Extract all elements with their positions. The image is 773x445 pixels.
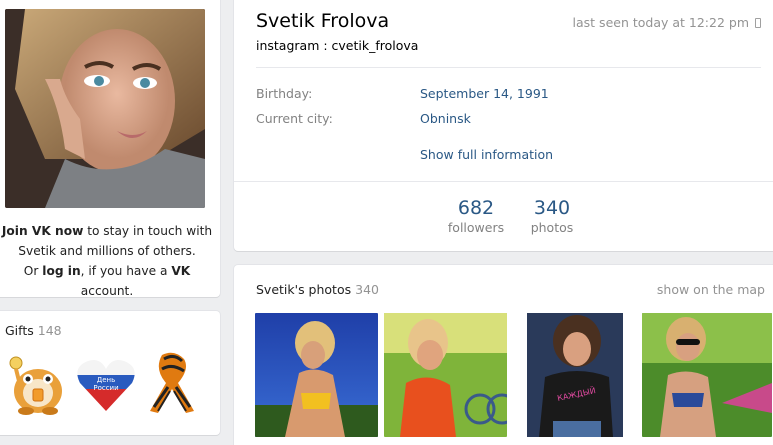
russia-day-heart-icon[interactable]: День России [74, 349, 138, 417]
photos-header[interactable]: Svetik's photos 340 [256, 282, 379, 297]
photo-thumbnail[interactable] [642, 313, 772, 437]
profile-name: Svetik Frolova [256, 10, 390, 32]
last-seen-status: last seen today at 12:22 pm [573, 15, 761, 30]
profile-status: instagram : cvetik_frolova [256, 38, 419, 53]
photo-thumbnail[interactable] [384, 313, 507, 437]
photo-thumbnail[interactable] [255, 313, 378, 437]
gifts-header[interactable]: Gifts 148 [5, 323, 62, 338]
join-line2-text: Svetik and millions of others. [18, 244, 196, 258]
photos-count: 340 [533, 197, 571, 219]
followers-count: 682 [457, 197, 495, 219]
join-mid-text: , if you have a [80, 264, 172, 278]
photos-count-badge: 340 [355, 282, 379, 297]
counters-divider [234, 181, 773, 182]
gifts-title: Gifts [5, 323, 34, 338]
gifts-count: 148 [37, 323, 62, 338]
header-divider [256, 67, 761, 68]
svg-text:День: День [97, 376, 115, 384]
gifts-card: Gifts 148 День России [0, 311, 220, 435]
photo-thumbnail[interactable]: КАЖДЫЙ [513, 313, 636, 437]
join-vk-prompt: Join VK now to stay in touch with Svetik… [0, 221, 214, 301]
show-full-info-link[interactable]: Show full information [420, 147, 553, 162]
profile-avatar-card: Join VK now to stay in touch with Svetik… [0, 0, 220, 298]
join-or-text: Or [23, 264, 43, 278]
show-on-map-link[interactable]: show on the map [657, 282, 765, 297]
birthday-value[interactable]: September 14, 1991 [420, 86, 549, 101]
join-line1-text: to stay in touch with [83, 224, 213, 238]
hamster-gift-icon[interactable] [6, 349, 70, 417]
photos-counter[interactable]: 340 photos [524, 197, 580, 235]
join-end-text: account. [80, 284, 134, 298]
last-seen-text: last seen today at 12:22 pm [572, 15, 749, 30]
photos-label: photos [530, 220, 574, 235]
city-value[interactable]: Obninsk [420, 111, 471, 126]
st-george-ribbon-icon[interactable] [140, 349, 204, 417]
photos-card: Svetik's photos 340 show on the map КАЖД… [234, 265, 773, 445]
login-link[interactable]: log in [42, 264, 80, 278]
svg-text:России: России [93, 384, 118, 392]
city-label: Current city: [256, 111, 333, 126]
profile-info-card: Svetik Frolova instagram : cvetik_frolov… [234, 0, 773, 251]
followers-counter[interactable]: 682 followers [446, 197, 506, 235]
photos-title: Svetik's photos [256, 282, 352, 297]
join-vk-link[interactable]: Join VK now [2, 224, 83, 238]
vk-brand-text: VK [171, 264, 191, 278]
birthday-label: Birthday: [256, 86, 313, 101]
followers-label: followers [447, 220, 505, 235]
phone-icon [755, 18, 761, 28]
profile-avatar[interactable] [5, 9, 205, 208]
